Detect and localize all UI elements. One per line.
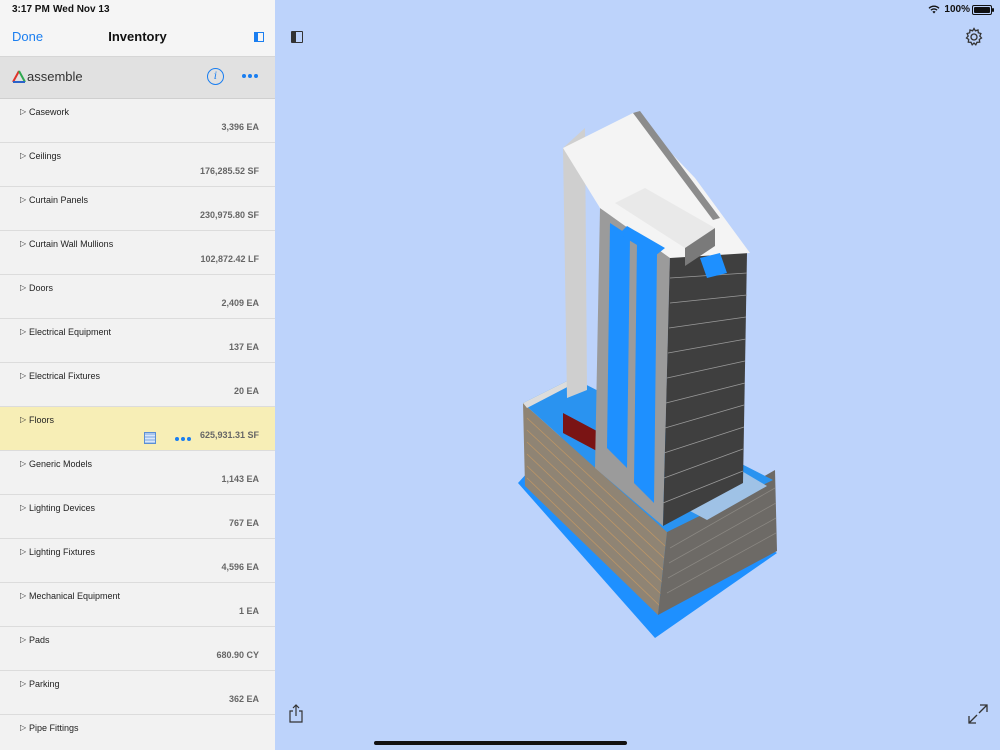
sidebar-navbar: Done Inventory: [0, 18, 275, 57]
status-bar: 3:17 PM Wed Nov 13 100%: [0, 0, 1000, 18]
inventory-row[interactable]: ▷ Generic Models 1,143 EA: [0, 451, 275, 495]
gear-icon[interactable]: [964, 27, 984, 47]
disclosure-triangle-icon[interactable]: ▷: [20, 415, 26, 424]
inventory-row[interactable]: ▷ Mechanical Equipment 1 EA: [0, 583, 275, 627]
inventory-row[interactable]: ▷ Pipe Fittings: [0, 715, 275, 750]
assemble-logo-icon: [12, 70, 26, 83]
inventory-row[interactable]: ▷ Electrical Equipment 137 EA: [0, 319, 275, 363]
inventory-quantity: 767 EA: [228, 518, 259, 528]
inventory-category-name: Lighting Devices: [29, 503, 96, 513]
status-right: 100%: [928, 4, 970, 15]
inventory-category-name: Floors: [29, 415, 55, 425]
disclosure-triangle-icon[interactable]: ▷: [20, 151, 26, 160]
inventory-quantity: 1,143 EA: [221, 474, 259, 484]
inventory-quantity: 20 EA: [233, 386, 259, 396]
disclosure-triangle-icon[interactable]: ▷: [20, 723, 26, 732]
disclosure-triangle-icon[interactable]: ▷: [20, 239, 26, 248]
inventory-quantity: 102,872.42 LF: [200, 254, 259, 264]
inventory-row[interactable]: ▷ Casework 3,396 EA: [0, 99, 275, 143]
inventory-sidebar: Done Inventory assemble i ▷ Casework 3,396…: [0, 0, 275, 750]
inventory-row[interactable]: ▷ Parking 362 EA: [0, 671, 275, 715]
inventory-category-name: Pads: [29, 635, 50, 645]
row-more-icon[interactable]: [175, 437, 191, 441]
inventory-row[interactable]: ▷ Doors 2,409 EA: [0, 275, 275, 319]
inventory-quantity: 3,396 EA: [221, 122, 259, 132]
inventory-category-name: Generic Models: [29, 459, 93, 469]
inventory-category-name: Pipe Fittings: [29, 723, 79, 733]
wifi-icon: [928, 5, 940, 14]
inventory-category-name: Casework: [29, 107, 70, 117]
inventory-category-name: Curtain Panels: [29, 195, 89, 205]
inventory-category-name: Ceilings: [29, 151, 62, 161]
inventory-category-name: Doors: [29, 283, 54, 293]
home-indicator: [374, 741, 627, 745]
disclosure-triangle-icon[interactable]: ▷: [20, 547, 26, 556]
assemble-logo: assemble: [12, 69, 83, 84]
inventory-quantity: 4,596 EA: [221, 562, 259, 572]
inventory-row[interactable]: ▷ Lighting Devices 767 EA: [0, 495, 275, 539]
info-icon[interactable]: i: [207, 68, 224, 85]
expand-icon[interactable]: [967, 703, 989, 725]
inventory-row[interactable]: ▷ Lighting Fixtures 4,596 EA: [0, 539, 275, 583]
brand-bar: assemble i: [0, 57, 275, 99]
inventory-category-name: Electrical Fixtures: [29, 371, 101, 381]
disclosure-triangle-icon[interactable]: ▷: [20, 635, 26, 644]
share-icon[interactable]: [288, 704, 304, 724]
battery-icon: [972, 5, 994, 15]
building-3d-model[interactable]: [515, 108, 785, 643]
split-view-icon[interactable]: [254, 32, 264, 42]
inventory-quantity: 680.90 CY: [216, 650, 259, 660]
tower-right-face: [663, 253, 747, 526]
inventory-row[interactable]: ▷ Curtain Panels 230,975.80 SF: [0, 187, 275, 231]
inventory-quantity: 176,285.52 SF: [199, 166, 259, 176]
page-title: Inventory: [108, 29, 167, 44]
table-icon[interactable]: [144, 432, 156, 444]
inventory-category-name: Mechanical Equipment: [29, 591, 121, 601]
inventory-quantity: 1 EA: [238, 606, 259, 616]
disclosure-triangle-icon[interactable]: ▷: [20, 283, 26, 292]
inventory-quantity: 230,975.80 SF: [199, 210, 259, 220]
inventory-row[interactable]: ▷ Pads 680.90 CY: [0, 627, 275, 671]
more-icon[interactable]: [242, 74, 258, 78]
inventory-category-name: Electrical Equipment: [29, 327, 112, 337]
sidebar-toggle-icon[interactable]: [291, 31, 303, 43]
disclosure-triangle-icon[interactable]: ▷: [20, 459, 26, 468]
disclosure-triangle-icon[interactable]: ▷: [20, 371, 26, 380]
disclosure-triangle-icon[interactable]: ▷: [20, 503, 26, 512]
inventory-category-name: Lighting Fixtures: [29, 547, 96, 557]
inventory-quantity: 2,409 EA: [221, 298, 259, 308]
battery-percent: 100%: [944, 4, 970, 15]
status-time: 3:17 PM: [12, 4, 50, 15]
inventory-row[interactable]: ▷ Curtain Wall Mullions 102,872.42 LF: [0, 231, 275, 275]
disclosure-triangle-icon[interactable]: ▷: [20, 679, 26, 688]
disclosure-triangle-icon[interactable]: ▷: [20, 195, 26, 204]
disclosure-triangle-icon[interactable]: ▷: [20, 591, 26, 600]
status-date: Wed Nov 13: [53, 4, 110, 15]
brand-name: assemble: [27, 69, 83, 84]
inventory-category-name: Parking: [29, 679, 60, 689]
inventory-quantity: 362 EA: [228, 694, 259, 704]
inventory-row[interactable]: ▷ Ceilings 176,285.52 SF: [0, 143, 275, 187]
inventory-quantity: 625,931.31 SF: [199, 430, 259, 440]
inventory-quantity: 137 EA: [228, 342, 259, 352]
inventory-row[interactable]: ▷ Floors 625,931.31 SF: [0, 407, 275, 451]
disclosure-triangle-icon[interactable]: ▷: [20, 107, 26, 116]
inventory-row[interactable]: ▷ Electrical Fixtures 20 EA: [0, 363, 275, 407]
disclosure-triangle-icon[interactable]: ▷: [20, 327, 26, 336]
inventory-category-name: Curtain Wall Mullions: [29, 239, 114, 249]
inventory-list: ▷ Casework 3,396 EA ▷ Ceilings 176,285.52 SF ▷…: [0, 99, 275, 750]
